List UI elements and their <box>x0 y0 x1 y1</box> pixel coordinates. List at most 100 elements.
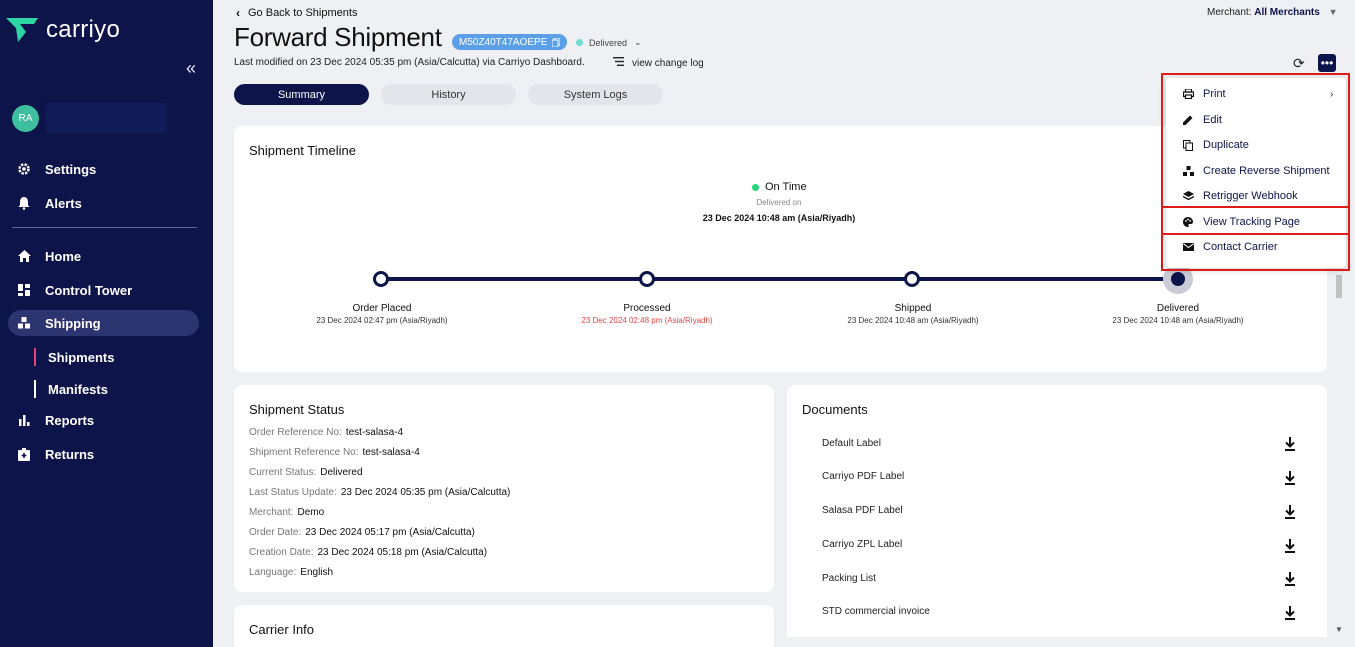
sidebar-item-label: Home <box>45 248 82 264</box>
timeline-step-label: Processed <box>623 303 671 314</box>
page-title: Forward Shipment <box>234 22 442 52</box>
timeline-node-processed <box>639 271 655 287</box>
documents-title: Documents <box>802 402 868 417</box>
timeline-step-date: 23 Dec 2024 10:48 am (Asia/Riyadh) <box>1112 316 1244 325</box>
shipment-id-badge[interactable]: M50Z40T47AOEPE <box>452 34 568 50</box>
document-row[interactable]: Packing List <box>822 573 876 584</box>
more-dots-icon: ••• <box>1320 56 1334 70</box>
sidebar-subitem-manifests[interactable]: Manifests <box>34 380 108 398</box>
delivered-date: 23 Dec 2024 10:48 am (Asia/Riyadh) <box>702 213 856 223</box>
timeline-title: Shipment Timeline <box>249 143 356 158</box>
last-modified-text: Last modified on 23 Dec 2024 05:35 pm (A… <box>234 57 585 68</box>
status-field: Current Status: Delivered <box>249 467 363 478</box>
back-link-label: Go Back to Shipments <box>248 7 358 19</box>
download-icon[interactable] <box>1284 471 1296 485</box>
status-field: Creation Date: 23 Dec 2024 05:18 pm (Asia… <box>249 547 488 558</box>
timeline-node-order-placed <box>373 271 389 287</box>
home-icon <box>16 248 32 264</box>
merchant-selector[interactable]: Merchant: All Merchants ▼ <box>1207 7 1338 18</box>
gear-icon <box>16 161 32 177</box>
highlight-box-menu <box>1161 73 1350 271</box>
sidebar-subitem-label: Manifests <box>48 381 108 397</box>
brand-name: carriyo <box>46 16 121 43</box>
sidebar-item-returns[interactable]: Returns <box>8 441 199 467</box>
download-icon[interactable] <box>1284 572 1296 586</box>
user-profile[interactable]: RA <box>12 103 167 133</box>
tab-history[interactable]: History <box>381 84 516 105</box>
sidebar-item-home[interactable]: Home <box>8 243 199 269</box>
sidebar-item-settings[interactable]: Settings <box>8 156 199 182</box>
carrier-info-card: Carrier Info <box>234 605 774 647</box>
sidebar-item-label: Shipping <box>45 315 101 331</box>
caret-down-icon: ▼ <box>1328 7 1338 17</box>
tab-summary[interactable]: Summary <box>234 84 369 105</box>
highlight-box-view-tracking-page <box>1161 206 1350 235</box>
merchant-value: All Merchants <box>1254 7 1320 18</box>
document-row[interactable]: Salasa PDF Label <box>822 505 903 516</box>
status-field: Language: English <box>249 567 334 578</box>
status-dropdown[interactable]: Delivered ⌄ <box>576 37 642 48</box>
sidebar-item-shipping[interactable]: Shipping <box>8 310 199 336</box>
user-name-redacted <box>46 103 167 133</box>
carriyo-logo-icon <box>6 18 38 42</box>
chevron-down-icon: ⌄ <box>634 37 642 47</box>
sidebar-item-label: Control Tower <box>45 282 133 298</box>
sidebar-subitem-label: Shipments <box>48 349 115 365</box>
timeline-track <box>381 277 1178 281</box>
download-icon[interactable] <box>1284 539 1296 553</box>
bar-chart-icon <box>16 412 32 428</box>
sidebar-divider <box>12 227 197 228</box>
back-to-shipments-link[interactable]: ‹ Go Back to Shipments <box>236 6 357 20</box>
sidebar-item-reports[interactable]: Reports <box>8 407 199 433</box>
timeline-step-date: 23 Dec 2024 10:48 am (Asia/Riyadh) <box>847 316 979 325</box>
status-field: Order Date: 23 Dec 2024 05:17 pm (Asia/Ca… <box>249 527 475 538</box>
status-field: Merchant: Demo <box>249 507 325 518</box>
scroll-down-arrow-icon[interactable]: ▼ <box>1335 625 1343 634</box>
on-time-dot <box>752 183 759 191</box>
merchant-label: Merchant: <box>1207 7 1252 18</box>
timeline-step-label: Shipped <box>894 303 932 314</box>
shipping-icon <box>16 315 32 331</box>
copy-icon[interactable] <box>552 37 561 47</box>
collapse-sidebar-icon[interactable]: « <box>186 58 196 79</box>
timeline-node-delivered <box>1171 272 1185 286</box>
on-time-indicator: On Time <box>752 181 807 193</box>
download-icon[interactable] <box>1284 437 1296 451</box>
timeline-step-label: Delivered <box>1156 303 1200 314</box>
sidebar-item-label: Alerts <box>45 195 82 211</box>
on-time-label: On Time <box>765 181 807 193</box>
timeline-step-label: Order Placed <box>352 303 412 314</box>
status-dot <box>576 39 583 46</box>
status-field: Last Status Update: 23 Dec 2024 05:35 pm … <box>249 487 511 498</box>
brand-logo[interactable]: carriyo <box>6 16 120 44</box>
sidebar-item-alerts[interactable]: Alerts <box>8 190 199 216</box>
tab-system-logs[interactable]: System Logs <box>528 84 663 105</box>
sidebar-subitem-shipments[interactable]: Shipments <box>34 348 114 366</box>
timeline-step-date: 23 Dec 2024 02:47 pm (Asia/Riyadh) <box>316 316 448 325</box>
more-options-button[interactable]: ••• <box>1318 54 1336 72</box>
avatar: RA <box>12 104 39 132</box>
bell-icon <box>16 195 32 211</box>
download-icon[interactable] <box>1284 505 1296 519</box>
list-icon <box>613 57 624 69</box>
document-row[interactable]: Carriyo PDF Label <box>822 471 904 482</box>
status-field: Order Reference No: test-salasa-4 <box>249 427 404 438</box>
download-icon[interactable] <box>1284 606 1296 620</box>
timeline-step-date: 23 Dec 2024 02:48 pm (Asia/Riyadh) <box>581 316 713 325</box>
delivered-on-label: Delivered on <box>756 198 802 207</box>
document-row[interactable]: Carriyo ZPL Label <box>822 539 902 550</box>
sidebar-item-label: Returns <box>45 446 95 462</box>
chevron-left-icon: ‹ <box>236 6 240 20</box>
view-change-log-link[interactable]: view change log <box>613 57 704 69</box>
tab-bar: Summary History System Logs <box>234 84 675 105</box>
document-row[interactable]: Default Label <box>822 438 881 449</box>
status-label: Delivered <box>589 37 628 48</box>
sidebar-item-label: Settings <box>45 161 97 177</box>
document-row[interactable]: STD commercial invoice <box>822 606 930 617</box>
sidebar: carriyo « RA Settings Alerts Home Contro… <box>0 0 213 647</box>
scrollbar-thumb[interactable] <box>1336 275 1342 298</box>
refresh-icon[interactable]: ⟳ <box>1293 55 1305 72</box>
shipment-id: M50Z40T47AOEPE <box>459 36 548 48</box>
sidebar-item-control-tower[interactable]: Control Tower <box>8 277 199 303</box>
shipment-status-card: Shipment Status Order Reference No: test-… <box>234 385 774 592</box>
